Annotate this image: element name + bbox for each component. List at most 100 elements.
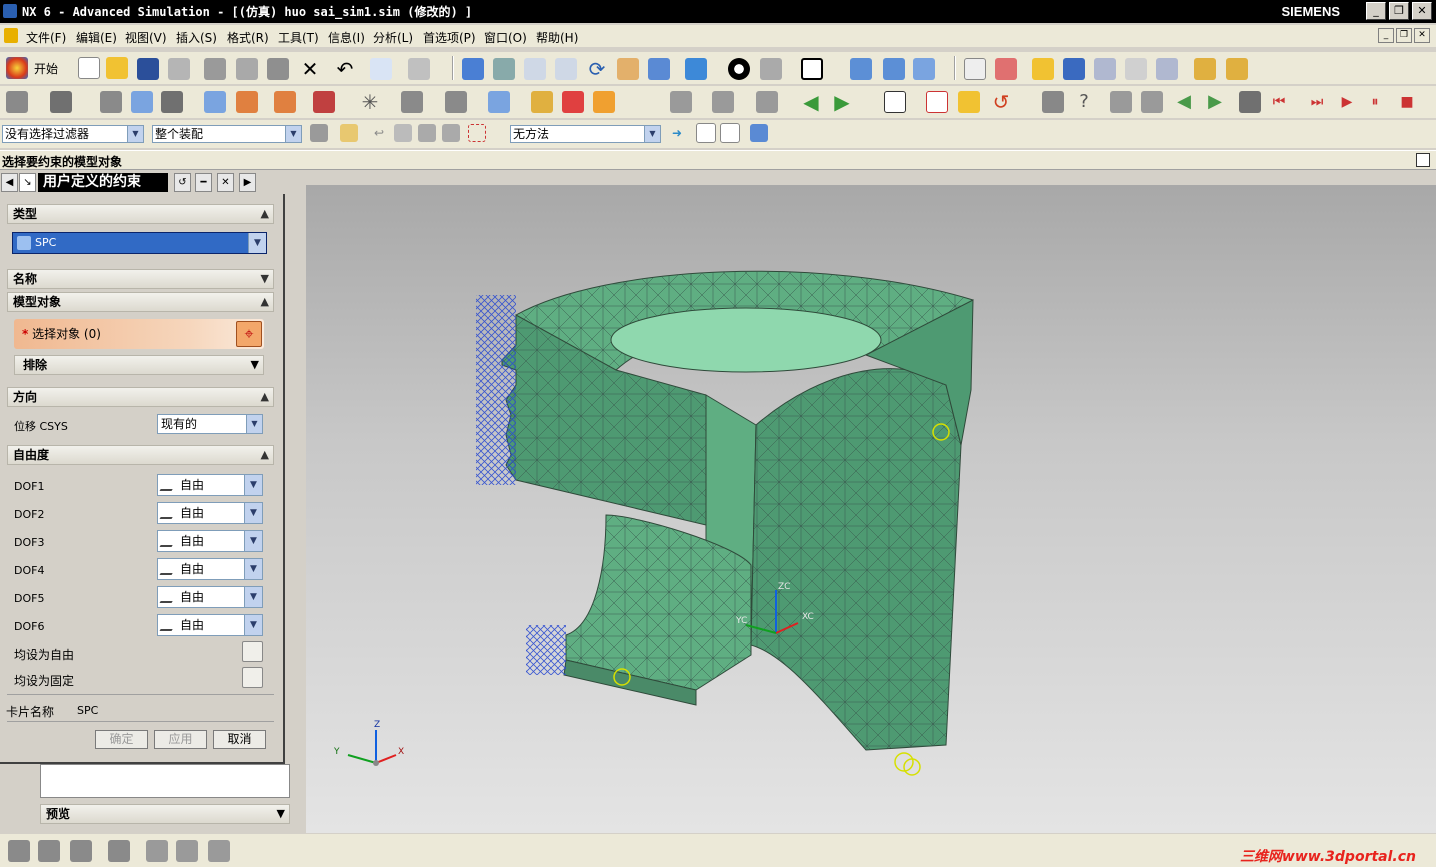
annotation-icon[interactable] xyxy=(1110,91,1132,113)
undo-icon[interactable]: ↶ xyxy=(334,58,356,80)
blank-view-icon[interactable] xyxy=(884,91,906,113)
selection-scope-combo[interactable]: 整个装配 ▼ xyxy=(152,125,302,143)
minimize-button[interactable]: _ xyxy=(1366,2,1386,20)
menu-analysis[interactable]: 分析(L) xyxy=(373,29,413,46)
dof2-combo[interactable]: 自由 ▼ xyxy=(157,502,263,524)
model-section-header[interactable]: 模型对象 ▲ xyxy=(7,292,274,312)
filter-icon[interactable] xyxy=(1094,58,1116,80)
new-file-icon[interactable] xyxy=(78,57,100,79)
delete-icon[interactable]: ✕ xyxy=(299,58,321,80)
add-layer-icon[interactable] xyxy=(8,840,30,862)
cancel-button[interactable]: 取消 xyxy=(213,730,266,749)
group-objects-icon[interactable] xyxy=(108,840,130,862)
exclude-section-header[interactable]: 排除 ▼ xyxy=(14,355,264,375)
menu-insert[interactable]: 插入(S) xyxy=(176,29,217,46)
save-icon[interactable] xyxy=(137,58,159,80)
preview-section[interactable]: 预览 ▼ xyxy=(40,804,290,824)
node-icon[interactable] xyxy=(204,91,226,113)
shaded-edges-icon[interactable] xyxy=(760,58,782,80)
orient-view-icon[interactable] xyxy=(685,58,707,80)
surface-icon[interactable] xyxy=(401,91,423,113)
show-hide-icon[interactable] xyxy=(408,58,430,80)
close-dialog-button[interactable]: ✕ xyxy=(217,173,234,192)
assembly-icon[interactable] xyxy=(176,840,198,862)
edit-object-icon[interactable] xyxy=(370,58,392,80)
cut-icon[interactable] xyxy=(204,58,226,80)
reset-icon[interactable]: ↺ xyxy=(990,91,1012,113)
ok-button[interactable]: 确定 xyxy=(95,730,148,749)
element-icon[interactable] xyxy=(161,91,183,113)
open-folder-icon[interactable] xyxy=(106,57,128,79)
zoom-icon[interactable] xyxy=(524,58,546,80)
triangle-ruler-icon[interactable] xyxy=(1226,58,1248,80)
next-icon[interactable]: ▶ xyxy=(1204,91,1226,113)
text-icon[interactable] xyxy=(1141,91,1163,113)
dof1-combo[interactable]: 自由 ▼ xyxy=(157,474,263,496)
mdi-minimize-button[interactable]: _ xyxy=(1378,28,1394,43)
set-all-free-button[interactable] xyxy=(242,641,263,662)
mdi-close-button[interactable]: ✕ xyxy=(1414,28,1430,43)
menu-view[interactable]: 视图(V) xyxy=(125,29,167,46)
arrow-left-icon[interactable]: ◀ xyxy=(800,91,822,113)
shape-icon[interactable] xyxy=(1239,91,1261,113)
snap-line-icon[interactable] xyxy=(720,123,740,143)
return-icon[interactable]: ↩ xyxy=(370,124,388,142)
select-body-icon[interactable] xyxy=(442,124,460,142)
constraint-icon[interactable] xyxy=(313,91,335,113)
reset-dialog-button[interactable]: ↺ xyxy=(174,173,191,192)
tree-icon[interactable] xyxy=(208,840,230,862)
show-model-icon[interactable] xyxy=(750,124,768,142)
dof4-combo[interactable]: 自由 ▼ xyxy=(157,558,263,580)
type-filter-combo[interactable]: 没有选择过滤器 ▼ xyxy=(2,125,144,143)
snap-icon[interactable] xyxy=(995,58,1017,80)
menu-format[interactable]: 格式(R) xyxy=(227,29,269,46)
copy-icon[interactable] xyxy=(236,58,258,80)
select-object-row[interactable]: * 选择对象 (0) ⌖ xyxy=(14,319,264,349)
dof5-combo[interactable]: 自由 ▼ xyxy=(157,586,263,608)
pin-icon[interactable]: ↘ xyxy=(19,173,36,192)
nav-back-button[interactable]: ◀ xyxy=(1,173,18,192)
menu-window[interactable]: 窗口(O) xyxy=(484,29,527,46)
rectangle-select-icon[interactable] xyxy=(468,124,486,142)
close-button[interactable]: ✕ xyxy=(1412,2,1432,20)
snap-points-icon[interactable] xyxy=(696,123,716,143)
spc-star-icon[interactable]: ✳ xyxy=(359,91,381,113)
zoom-in-out-icon[interactable] xyxy=(555,58,577,80)
first-frame-icon[interactable]: ⏮ xyxy=(1268,91,1290,113)
render-style-icon[interactable] xyxy=(728,58,750,80)
name-section-header[interactable]: 名称 ▼ xyxy=(7,269,274,289)
animation-icon[interactable] xyxy=(1042,91,1064,113)
point-icon[interactable] xyxy=(1063,58,1085,80)
solid-body-icon[interactable] xyxy=(146,840,168,862)
stop-icon[interactable]: ■ xyxy=(1396,91,1418,113)
mesh-collector-icon[interactable] xyxy=(50,91,72,113)
layer-settings-icon[interactable] xyxy=(70,840,92,862)
layer-move-icon[interactable] xyxy=(38,840,60,862)
menu-tools[interactable]: 工具(T) xyxy=(278,29,319,46)
previous-icon[interactable]: ◀ xyxy=(1173,91,1195,113)
group-icon[interactable] xyxy=(756,91,778,113)
select-tool-icon[interactable] xyxy=(964,58,986,80)
fit-icon[interactable] xyxy=(462,58,484,80)
layout-icon[interactable] xyxy=(926,91,948,113)
method-combo[interactable]: 无方法 ▼ xyxy=(510,125,661,143)
move-icon[interactable] xyxy=(883,58,905,80)
paste-icon[interactable] xyxy=(267,58,289,80)
shell-mesh-icon[interactable] xyxy=(131,91,153,113)
link-icon[interactable] xyxy=(958,91,980,113)
refine-icon[interactable] xyxy=(488,91,510,113)
mesh-icon[interactable] xyxy=(6,91,28,113)
menu-help[interactable]: 帮助(H) xyxy=(536,29,578,46)
set-all-fixed-button[interactable] xyxy=(242,667,263,688)
cue-toggle-icon[interactable] xyxy=(1416,153,1430,167)
brush-icon[interactable] xyxy=(445,91,467,113)
csys-icon[interactable] xyxy=(850,58,872,80)
ruler-icon[interactable] xyxy=(1194,58,1216,80)
collapse-dialog-button[interactable]: ━ xyxy=(195,173,212,192)
zoom-window-icon[interactable] xyxy=(493,58,515,80)
key-icon[interactable] xyxy=(531,91,553,113)
results-icon[interactable] xyxy=(593,91,615,113)
dof-section-header[interactable]: 自由度 ▲ xyxy=(7,445,274,465)
start-icon[interactable] xyxy=(6,57,28,79)
menu-edit[interactable]: 编辑(E) xyxy=(76,29,117,46)
